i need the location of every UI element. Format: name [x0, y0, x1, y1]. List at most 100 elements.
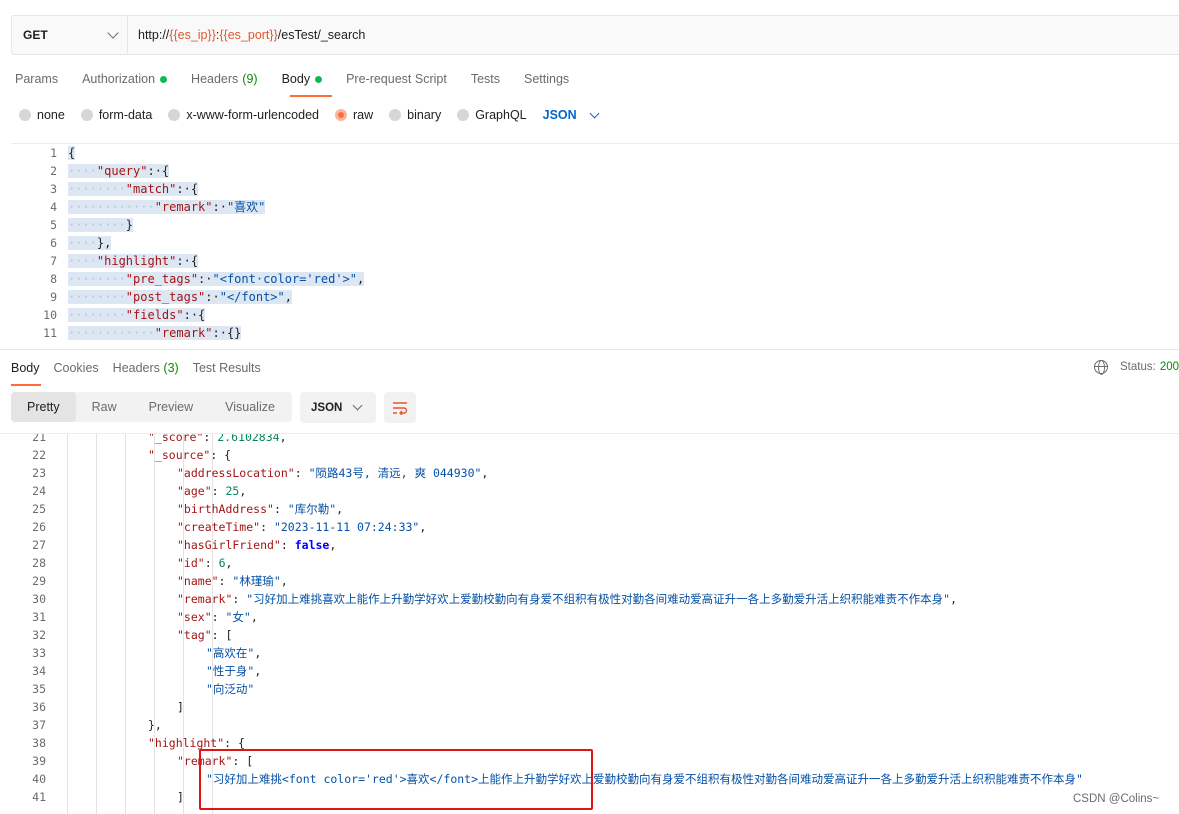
response-code-line[interactable]: "id": 6,	[67, 554, 1083, 572]
tab-label: Authorization	[82, 72, 156, 86]
code-token: {	[68, 146, 76, 160]
response-token: ,	[280, 574, 288, 588]
code-line[interactable]: ····},	[68, 234, 364, 252]
radio-raw[interactable]: raw	[335, 108, 373, 122]
response-code-line[interactable]: },	[67, 716, 1083, 734]
code-line[interactable]: ····"query":·{	[68, 162, 364, 180]
code-token: }	[125, 218, 134, 232]
response-tab-body[interactable]: Body	[11, 361, 40, 375]
response-token: "age"	[177, 484, 212, 498]
tab-tests[interactable]: Tests	[471, 72, 500, 86]
code-line[interactable]: ············"remark":·"喜欢"	[68, 198, 364, 216]
response-tab-cookies[interactable]: Cookies	[54, 361, 99, 375]
line-number: 1	[50, 146, 57, 160]
method-select[interactable]: GET	[12, 16, 128, 54]
view-mode-preview[interactable]: Preview	[133, 392, 209, 422]
url-input[interactable]: http://{{es_ip}}:{{es_port}}/esTest/_sea…	[128, 28, 365, 42]
radio-button-icon[interactable]	[335, 109, 347, 121]
tab-pre-request-script[interactable]: Pre-request Script	[346, 72, 447, 86]
response-code-line[interactable]: "hasGirlFriend": false,	[67, 536, 1083, 554]
response-code-line[interactable]: "高欢在",	[67, 644, 1083, 662]
response-token: "name"	[177, 574, 219, 588]
request-body-editor[interactable]: 1 2 3 4 5 6 7 8 9 10 11 {····"query":·{········"ma…	[11, 143, 1179, 345]
response-code-line[interactable]: "sex": "女",	[67, 608, 1083, 626]
selected-code-text: ············"remark":·{}	[68, 326, 242, 340]
code-token: "query"	[96, 164, 148, 178]
radio-form-data[interactable]: form-data	[80, 108, 152, 122]
response-token: "_score"	[148, 433, 204, 444]
response-code-line[interactable]: "_score": 2.6102834,	[67, 433, 1083, 446]
tab-params[interactable]: Params	[15, 72, 58, 86]
code-line[interactable]: ········"pre_tags":·"<font·color='red'>"…	[68, 270, 365, 288]
body-type-options: none form-data x-www-form-urlencoded raw bin…	[19, 106, 600, 124]
response-token: :	[211, 484, 226, 498]
tab-body[interactable]: Body	[282, 72, 323, 86]
response-token: "女"	[225, 610, 251, 624]
status-dot-icon	[315, 75, 323, 83]
response-token: ]	[177, 700, 184, 714]
wrap-lines-button[interactable]	[384, 392, 416, 423]
response-code-line[interactable]: "向泛动"	[67, 680, 1083, 698]
code-line[interactable]: ············"remark":·{}	[68, 324, 364, 342]
response-code-line[interactable]: "addressLocation": "陨路43号, 清远, 爽 044930"…	[67, 464, 1083, 482]
code-line[interactable]: ········"post_tags":·"</font>",	[68, 288, 364, 306]
line-number: 3	[50, 182, 57, 196]
response-code-line[interactable]: "_source": {	[67, 446, 1083, 464]
url-variable-es-ip[interactable]: {{es_ip}}	[169, 28, 216, 42]
response-code-line[interactable]: "birthAddress": "库尔勒",	[67, 500, 1083, 518]
response-tab-test-results[interactable]: Test Results	[193, 361, 261, 375]
code-line[interactable]: {	[68, 144, 364, 162]
radio-none[interactable]: none	[19, 108, 65, 122]
code-line[interactable]: ········"match":·{	[68, 180, 364, 198]
response-code-line[interactable]: "name": "林瑾瑜",	[67, 572, 1083, 590]
response-line-number: 23	[32, 466, 46, 480]
view-mode-visualize[interactable]: Visualize	[209, 392, 291, 422]
code-line[interactable]: ····"highlight":·{	[68, 252, 364, 270]
radio-x-www-form-urlencoded[interactable]: x-www-form-urlencoded	[168, 108, 319, 122]
radio-button-icon[interactable]	[389, 109, 402, 121]
radio-button-icon[interactable]	[19, 109, 31, 121]
response-code-line[interactable]: "remark": "习好加上难挑喜欢上能作上升勤学好欢上爱勤校勤向有身爱不组积…	[67, 590, 1083, 608]
response-line-number: 32	[32, 628, 46, 642]
response-token: "向泛动"	[206, 682, 255, 696]
response-line-number: 31	[32, 610, 46, 624]
tab-headers[interactable]: Headers (9)	[191, 72, 258, 86]
response-code-line[interactable]: "tag": [	[67, 626, 1083, 644]
response-code-line[interactable]: ]	[67, 698, 1083, 716]
selected-code-text: ········"fields":·{	[68, 308, 206, 322]
response-line-number: 27	[32, 538, 46, 552]
code-token: ········	[68, 182, 126, 196]
radio-GraphQL[interactable]: GraphQL	[457, 108, 527, 122]
response-token: ,	[336, 502, 344, 516]
radio-button-icon[interactable]	[80, 109, 93, 121]
code-token: :·{	[176, 182, 199, 196]
response-token: ,	[254, 646, 262, 660]
globe-icon[interactable]	[1094, 360, 1108, 375]
response-code-line[interactable]: "createTime": "2023-11-11 07:24:33",	[67, 518, 1083, 536]
response-token: 6	[218, 556, 226, 570]
code-area[interactable]: {····"query":·{········"match":·{·······…	[68, 144, 365, 342]
radio-button-icon[interactable]	[168, 109, 181, 121]
pane-divider[interactable]	[0, 349, 1179, 350]
code-token: :·{	[183, 308, 206, 322]
response-line-number: 21	[32, 433, 46, 444]
tab-authorization[interactable]: Authorization	[82, 72, 168, 86]
response-token: ,	[419, 520, 427, 534]
response-code-line[interactable]: "age": 25,	[67, 482, 1083, 500]
view-mode-pretty[interactable]: Pretty	[11, 392, 76, 422]
radio-button-icon[interactable]	[457, 109, 470, 121]
code-token: "</font>"	[219, 290, 285, 304]
status-value[interactable]: 200	[1160, 361, 1179, 373]
response-code-line[interactable]: "性于身",	[67, 662, 1083, 680]
radio-binary[interactable]: binary	[389, 108, 441, 122]
code-line[interactable]: ········"fields":·{	[68, 306, 364, 324]
method-label: GET	[23, 28, 48, 42]
body-language-select[interactable]: JSON	[543, 108, 600, 122]
url-variable-es-port[interactable]: {{es_port}}	[219, 28, 277, 42]
code-token: :·{}	[212, 326, 242, 340]
response-tab-headers[interactable]: Headers (3)	[113, 361, 179, 375]
response-format-select[interactable]: JSON	[300, 392, 376, 423]
code-line[interactable]: ········}	[68, 216, 364, 234]
tab-settings[interactable]: Settings	[524, 72, 569, 86]
view-mode-raw[interactable]: Raw	[76, 392, 133, 422]
